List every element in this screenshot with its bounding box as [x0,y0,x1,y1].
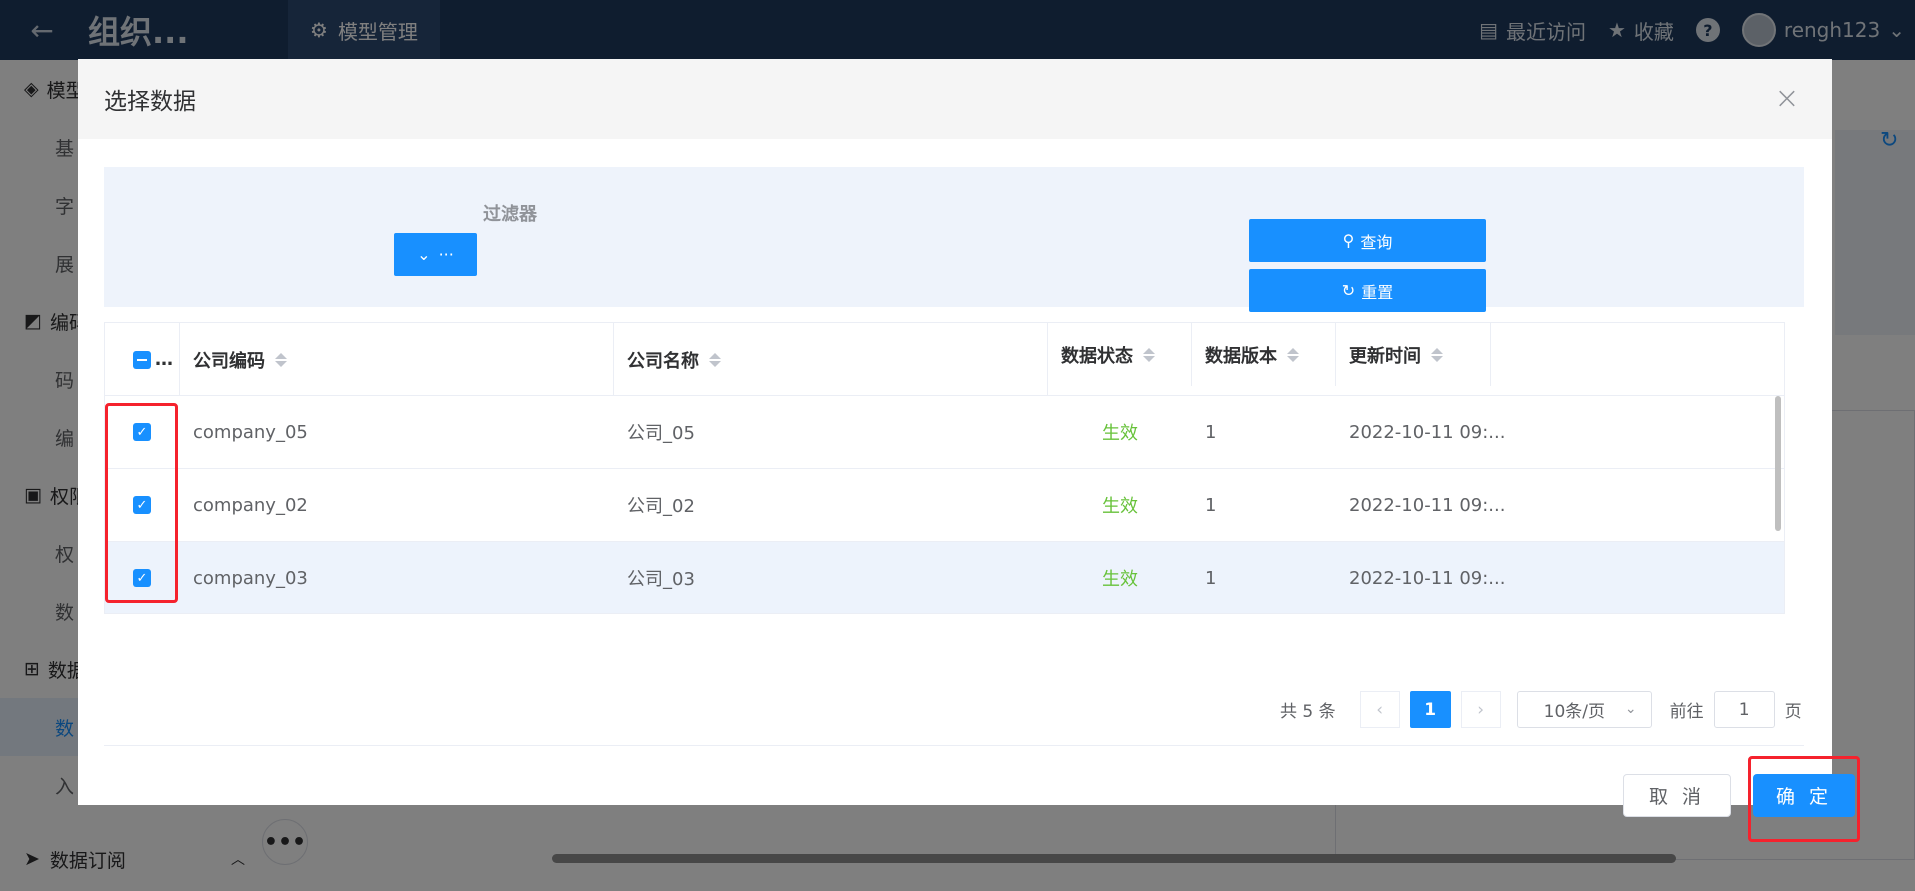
cell-version: 1 [1205,421,1217,443]
goto-page-input[interactable] [1713,691,1775,728]
query-button-label: 查询 [1360,232,1393,252]
close-icon[interactable]: × [1770,81,1804,116]
select-all-header[interactable]: … [105,323,180,396]
pagination: 共 5 条 ‹ 1 › 10条/页 ⌄ 前往 页 [1280,690,1802,729]
refresh-icon: ↻ [1341,281,1356,300]
dialog-header: 选择数据 × [78,59,1832,139]
vertical-scrollbar[interactable] [1775,396,1781,531]
checkbox-highlight-annotation [105,403,178,603]
cell-name: 公司_05 [627,423,695,444]
confirm-highlight-annotation [1748,756,1860,842]
header-label: 数据版本 [1205,345,1277,367]
select-all-checkbox[interactable] [133,350,151,369]
header-label: 更新时间 [1349,345,1421,367]
cell-updated: 2022-10-11 09:... [1349,567,1506,589]
header-label: 数据状态 [1061,345,1133,367]
page-size-select[interactable]: 10条/页 ⌄ [1516,691,1652,728]
sort-icon[interactable] [709,352,721,367]
reset-button-label: 重置 [1361,282,1394,302]
column-header-name[interactable]: 公司名称 [614,323,1048,396]
dialog-footer-divider [104,745,1804,746]
column-header-version[interactable]: 数据版本 [1192,323,1336,386]
chevron-down-icon: ⌄ [1624,701,1637,717]
filter-bar: 过滤器 ⌄ ··· ⚲ 查询 ↻ 重置 [104,167,1804,312]
sort-icon[interactable] [1143,347,1155,362]
table-row[interactable]: ✓ company_03 公司_03 生效 1 2022-10-11 09:..… [105,542,1784,613]
page-suffix: 页 [1784,702,1802,722]
header-label: … [155,349,173,370]
cell-code: company_05 [193,421,308,443]
chevron-left-icon: ‹ [1376,699,1384,720]
sort-icon[interactable] [275,352,287,367]
cell-updated: 2022-10-11 09:... [1349,494,1506,516]
column-header-status[interactable]: 数据状态 [1048,323,1192,386]
chevron-down-icon: ⌄ [417,245,431,264]
cell-name: 公司_03 [627,569,695,590]
next-page-button[interactable]: › [1460,691,1501,728]
cell-status: 生效 [1102,423,1138,444]
page-size-value: 10条/页 [1543,702,1605,722]
goto-label: 前往 [1669,702,1704,722]
sort-icon[interactable] [1431,347,1443,362]
column-header-code[interactable]: 公司编码 [180,323,614,396]
cell-updated: 2022-10-11 09:... [1349,421,1506,443]
sort-icon[interactable] [1287,347,1299,362]
header-label: 公司名称 [627,350,699,372]
cell-version: 1 [1205,494,1217,516]
filter-button-label: ··· [438,245,454,264]
table-row[interactable]: ✓ company_02 公司_02 生效 1 2022-10-11 09:..… [105,469,1784,542]
dialog-title: 选择数据 [104,89,196,115]
table-header: … 公司编码 公司名称 数据状态 数据版本 更新时间 [105,323,1784,396]
header-label: 公司编码 [193,350,265,372]
cell-status: 生效 [1102,496,1138,517]
data-table: … 公司编码 公司名称 数据状态 数据版本 更新时间 ✓ company_05 … [104,322,1785,614]
page-number-current[interactable]: 1 [1409,691,1451,728]
search-icon: ⚲ [1342,231,1355,250]
filter-label: 过滤器 [483,204,537,225]
total-count: 共 5 条 [1280,702,1336,722]
cell-name: 公司_02 [627,496,695,517]
select-data-dialog: 选择数据 × 过滤器 ⌄ ··· ⚲ 查询 ↻ 重置 … 公司编码 公司名称 数… [78,59,1855,817]
cell-code: company_02 [193,494,308,516]
filter-dropdown-button[interactable]: ⌄ ··· [394,233,477,276]
table-row[interactable]: ✓ company_05 公司_05 生效 1 2022-10-11 09:..… [105,396,1784,469]
prev-page-button[interactable]: ‹ [1359,691,1400,728]
reset-button[interactable]: ↻ 重置 [1249,269,1486,312]
cell-version: 1 [1205,567,1217,589]
cell-status: 生效 [1102,569,1138,590]
chevron-right-icon: › [1477,699,1485,720]
column-header-updated[interactable]: 更新时间 [1336,323,1491,386]
cancel-button[interactable]: 取 消 [1623,774,1731,817]
cell-code: company_03 [193,567,308,589]
query-button[interactable]: ⚲ 查询 [1249,219,1486,262]
